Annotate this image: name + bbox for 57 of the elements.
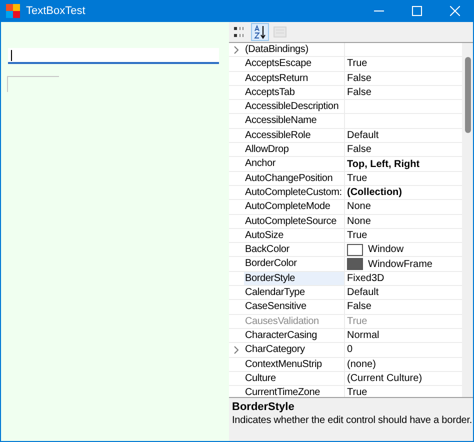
property-value[interactable]: (Current Culture) (347, 372, 422, 385)
property-name[interactable]: AllowDrop (244, 143, 345, 156)
property-name[interactable]: AutoCompleteCustom: (244, 186, 345, 200)
property-name[interactable]: AutoCompleteMode (244, 200, 345, 214)
close-icon[interactable] (450, 6, 460, 16)
property-value[interactable]: Default (347, 286, 379, 300)
property-name[interactable]: (DataBindings) (244, 43, 345, 56)
property-value[interactable]: Normal (347, 329, 380, 342)
app-icon (6, 4, 20, 18)
property-name[interactable]: CalendarType (244, 286, 345, 300)
property-value[interactable]: True (347, 386, 368, 397)
property-name[interactable]: BorderStyle (244, 272, 345, 286)
property-name[interactable]: AccessibleName (244, 114, 345, 128)
property-value[interactable]: (none) (347, 358, 376, 371)
property-name[interactable]: CharCategory (244, 343, 345, 357)
property-name[interactable]: ContextMenuStrip (244, 358, 345, 371)
property-name[interactable]: AcceptsTab (244, 86, 345, 100)
description-title: BorderStyle (232, 400, 296, 414)
description-text: Indicates whether the edit control should have a border. (232, 414, 472, 428)
property-value[interactable]: False (347, 143, 372, 156)
property-value[interactable]: None (347, 214, 371, 228)
property-name[interactable]: CharacterCasing (244, 328, 345, 342)
property-value[interactable]: False (347, 86, 372, 100)
property-value[interactable]: False (347, 72, 372, 85)
property-name[interactable]: AccessibleRole (244, 128, 345, 142)
expand-icon[interactable] (234, 346, 239, 354)
property-name[interactable]: Anchor (244, 157, 345, 171)
property-value[interactable]: None (347, 200, 371, 214)
property-value[interactable]: Window (368, 243, 404, 256)
alphabetical-sort-icon[interactable] (251, 23, 269, 41)
property-value[interactable]: 0 (347, 343, 353, 356)
property-name[interactable]: AcceptsReturn (244, 72, 345, 85)
text-cursor (11, 50, 12, 60)
property-name[interactable]: BackColor (244, 243, 345, 256)
property-name[interactable]: CaseSensitive (244, 300, 345, 314)
expand-icon[interactable] (234, 46, 239, 54)
property-name[interactable]: AccessibleDescription (244, 100, 345, 114)
property-name[interactable]: BorderColor (244, 257, 345, 271)
property-value[interactable]: Top, Left, Right (347, 158, 420, 171)
text-box[interactable] (8, 48, 219, 64)
scrollbar[interactable] (462, 43, 473, 397)
property-name[interactable]: AcceptsEscape (244, 57, 345, 71)
property-value[interactable]: (Collection) (347, 186, 402, 200)
property-name[interactable]: Culture (244, 372, 345, 386)
property-name[interactable]: AutoSize (244, 228, 345, 242)
property-value[interactable]: True (347, 57, 368, 70)
scroll-thumb[interactable] (465, 57, 472, 133)
property-value[interactable]: True (347, 229, 368, 242)
property-value[interactable]: False (347, 300, 372, 314)
property-value[interactable]: Default (347, 128, 379, 142)
property-name[interactable]: AutoChangePosition (244, 172, 345, 185)
property-value[interactable]: WindowFrame (368, 258, 432, 271)
maximize-icon[interactable] (412, 6, 422, 16)
window-title: TextBoxTest (26, 4, 86, 19)
property-value[interactable]: True (347, 172, 368, 185)
property-value[interactable]: Fixed3D (347, 272, 384, 285)
property-name[interactable]: AutoCompleteSource (244, 214, 345, 228)
